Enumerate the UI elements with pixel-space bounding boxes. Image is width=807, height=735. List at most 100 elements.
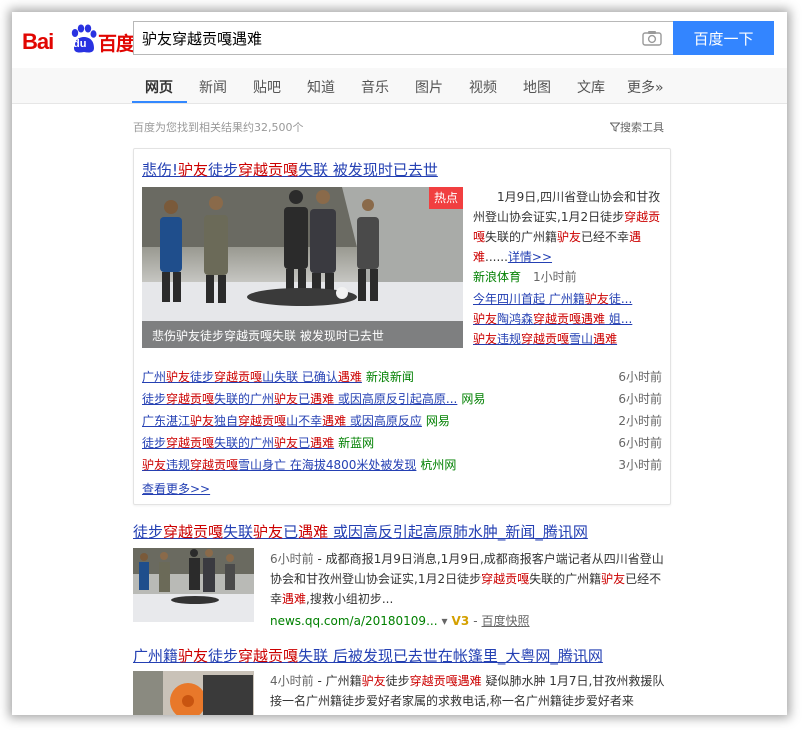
news-source: 网易 xyxy=(425,414,450,428)
text-segment: 已 xyxy=(283,523,299,541)
related-link[interactable]: 驴友陶鸿森穿越贡嘎遇难 姐... xyxy=(473,310,632,327)
news-time: 6小时前 xyxy=(618,392,662,406)
highlight-keyword: 遇难 xyxy=(310,392,335,406)
highlight-keyword: 驴友 xyxy=(190,414,215,428)
text-segment: ,搜救小组初步... xyxy=(306,592,394,606)
result-title[interactable]: 徒步穿越贡嘎失联驴友已遇难 或因高反引起高原肺水肿_新闻_腾讯网 xyxy=(133,521,588,542)
browser-frame: Bai du 百度 百度一下 网页 新闻 贴吧 知道 音乐 xyxy=(12,12,787,715)
tab-web[interactable]: 网页 xyxy=(145,77,173,97)
filter-icon xyxy=(609,122,621,132)
hot-badge: 热点 xyxy=(429,187,463,209)
highlight-keyword: 遇难 xyxy=(282,592,307,606)
highlight-keyword: 驴友 xyxy=(473,312,498,326)
see-more-link[interactable]: 查看更多>> xyxy=(142,480,210,497)
nav-tabs: 网页 新闻 贴吧 知道 音乐 图片 视频 地图 文库 更多» xyxy=(12,68,787,104)
text-segment: 违规 xyxy=(497,332,522,346)
v3-badge[interactable]: V3 xyxy=(452,614,470,628)
result-url-line: news.qq.com/a/20180109... ▾ V3- 百度快照 xyxy=(270,612,530,629)
tab-tieba[interactable]: 贴吧 xyxy=(253,77,281,97)
search-tools[interactable]: 搜索工具 xyxy=(609,119,664,135)
tab-zhidao[interactable]: 知道 xyxy=(307,77,335,97)
result-abstract-text: - 成都商报1月9日消息,1月9日,成都商报客户端记者从四川省登山协会和甘孜州登… xyxy=(270,552,664,606)
logo-text-cn: 百度 xyxy=(98,33,135,55)
news-card-title[interactable]: 悲伤!驴友徒步穿越贡嘎失联 被发现时已去世 xyxy=(142,159,438,180)
result-time: 6小时前 xyxy=(270,552,314,566)
text-segment: 失联的广州籍 xyxy=(529,572,602,586)
logo-text-bai: Bai xyxy=(22,29,54,54)
tab-map[interactable]: 地图 xyxy=(523,77,551,97)
tab-wenku[interactable]: 文库 xyxy=(577,77,605,97)
news-card-source: 新浪体育 1小时前 xyxy=(473,268,577,285)
highlight-keyword: 遇难 xyxy=(322,414,347,428)
news-time: 6小时前 xyxy=(618,370,662,384)
text-segment: 徒步 xyxy=(133,523,164,541)
news-link[interactable]: 徒步穿越贡嘎失联的广州驴友已遇难 或因高原反引起高原... xyxy=(142,392,457,406)
related-link[interactable]: 驴友违规穿越贡嘎雪山遇难 xyxy=(473,330,617,347)
text-segment: 徒步 xyxy=(208,161,239,179)
tab-more[interactable]: 更多» xyxy=(627,77,664,97)
text-segment: 广州籍 xyxy=(133,647,179,665)
text-segment: 失联的广州 xyxy=(214,392,275,406)
text-segment: 广州 xyxy=(142,370,167,384)
text-segment: 徒步 xyxy=(208,647,239,665)
result-url[interactable]: news.qq.com/a/20180109... xyxy=(270,614,438,628)
source-time: 1小时前 xyxy=(533,270,577,284)
highlight-keyword: 穿越贡嘎 xyxy=(214,370,263,384)
tab-music[interactable]: 音乐 xyxy=(361,77,389,97)
highlight-keyword: 驴友 xyxy=(557,230,582,244)
news-link[interactable]: 广州驴友徒步穿越贡嘎山失联 已确认遇难 xyxy=(142,370,362,384)
highlight-keyword: 驴友 xyxy=(142,458,167,472)
text-segment: 徒步 xyxy=(142,392,167,406)
news-source: 网易 xyxy=(461,392,486,406)
text-segment: 或因高原反应 xyxy=(346,414,422,428)
highlight-keyword: 穿越贡嘎 xyxy=(238,161,299,179)
separator: - xyxy=(473,614,478,628)
result-title[interactable]: 广州籍驴友徒步穿越贡嘎失联 后被发现已去世在帐篷里_大粤网_腾讯网 xyxy=(133,645,603,666)
text-segment: 已经不幸 xyxy=(581,230,630,244)
highlight-keyword: 驴友 xyxy=(361,674,386,688)
news-link[interactable]: 驴友违规穿越贡嘎雪山身亡 在海拔4800米处被发现 xyxy=(142,458,416,472)
news-row: 广东湛江驴友独自穿越贡嘎山不幸遇难 或因高原反应 网易 2小时前 xyxy=(142,412,662,434)
result-time: 4小时前 xyxy=(270,674,314,688)
text-segment: 陶鸿森 xyxy=(497,312,534,326)
text-segment: 悲伤! xyxy=(142,161,179,179)
highlight-keyword: 穿越贡嘎 xyxy=(481,572,530,586)
news-source: 杭州网 xyxy=(420,458,457,472)
news-card-image[interactable]: 热点 悲伤驴友徒步穿越贡嘎失联 被发现时已去世 xyxy=(142,187,463,348)
text-segment: 违规 xyxy=(166,458,191,472)
highlight-keyword: 遇难 xyxy=(337,370,362,384)
text-segment: 失联的广州 xyxy=(214,436,275,450)
camera-icon[interactable] xyxy=(642,30,662,46)
details-link[interactable]: 详情>> xyxy=(508,250,552,264)
result-thumbnail[interactable] xyxy=(133,671,254,715)
result-thumbnail[interactable] xyxy=(133,548,254,622)
highlight-keyword: 遇难 xyxy=(593,332,618,346)
text-segment: 雪山 xyxy=(569,332,594,346)
search-button[interactable]: 百度一下 xyxy=(673,21,774,55)
dropdown-arrow-icon[interactable]: ▾ xyxy=(442,614,448,628)
text-segment: 山失联 已确认 xyxy=(262,370,338,384)
tab-images[interactable]: 图片 xyxy=(415,77,443,97)
tab-news[interactable]: 新闻 xyxy=(199,77,227,97)
highlight-keyword: 驴友 xyxy=(178,161,209,179)
news-time: 3小时前 xyxy=(618,458,662,472)
text-segment: 姐... xyxy=(605,312,633,326)
highlight-keyword: 驴友 xyxy=(473,332,498,346)
news-link[interactable]: 广东湛江驴友独自穿越贡嘎山不幸遇难 或因高原反应 xyxy=(142,414,422,428)
related-link[interactable]: 今年四川首起 广州籍驴友徒... xyxy=(473,290,632,307)
highlight-keyword: 穿越贡嘎 xyxy=(190,458,239,472)
text-segment: 失联 后被发现已去世在帐篷里_大粤网_腾讯网 xyxy=(298,647,603,665)
search-input[interactable] xyxy=(134,22,634,54)
image-caption: 悲伤驴友徒步穿越贡嘎失联 被发现时已去世 xyxy=(142,321,463,348)
tab-video[interactable]: 视频 xyxy=(469,77,497,97)
baidu-logo[interactable]: Bai du 百度 xyxy=(22,22,135,56)
result-abstract-text: - 广州籍驴友徒步穿越贡嘎遇难 疑似肺水肿 1月7日,甘孜州救援队接一名广州籍徒… xyxy=(270,674,664,708)
highlight-keyword: 驴友 xyxy=(166,370,191,384)
highlight-keyword: 驴友 xyxy=(584,292,609,306)
highlight-keyword: 穿越贡嘎 xyxy=(521,332,570,346)
news-link[interactable]: 徒步穿越贡嘎失联的广州驴友已遇难 xyxy=(142,436,334,450)
snapshot-link[interactable]: 百度快照 xyxy=(482,614,530,628)
search-box xyxy=(133,21,674,55)
text-segment: 失联 xyxy=(223,523,254,541)
active-tab-underline xyxy=(132,101,187,103)
